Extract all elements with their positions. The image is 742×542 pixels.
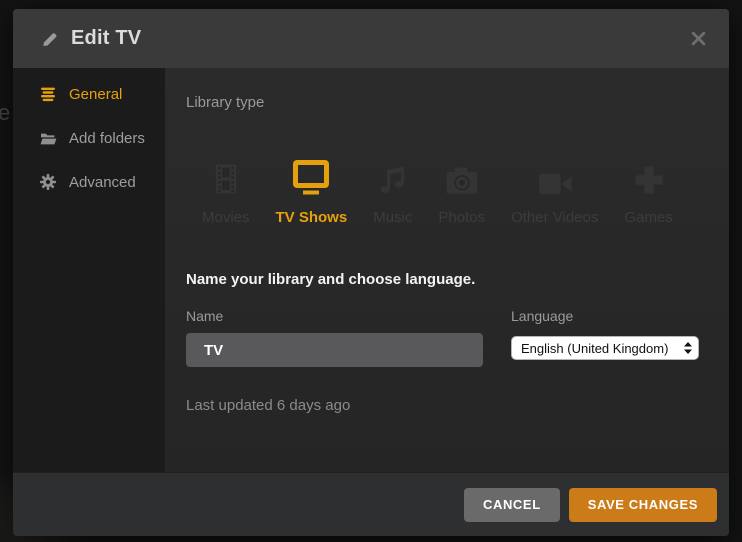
dialog-title: Edit TV: [71, 27, 142, 49]
tv-icon: [291, 153, 331, 197]
gear-icon: [40, 174, 57, 190]
sidebar-item-general[interactable]: General: [13, 72, 165, 116]
folder-icon: [40, 130, 57, 146]
last-updated-text: Last updated 6 days ago: [186, 397, 351, 414]
pencil-icon: [43, 32, 57, 46]
edit-library-dialog: Edit TV General Add folders Advanced Lib…: [13, 9, 729, 536]
library-type-label: Library type: [186, 94, 265, 111]
library-type-photos[interactable]: Photos: [438, 153, 485, 226]
fields-row: Name Language English (United Kingdom): [186, 308, 701, 367]
language-field-group: Language English (United Kingdom): [511, 308, 701, 367]
gamepad-icon: [632, 153, 666, 197]
library-type-label: Other Videos: [511, 209, 599, 226]
language-select[interactable]: English (United Kingdom): [511, 336, 699, 360]
sidebar-item-advanced[interactable]: Advanced: [13, 160, 165, 204]
video-camera-icon: [536, 153, 574, 197]
background-text-fragment: e: [0, 100, 11, 125]
library-type-label: Photos: [438, 209, 486, 226]
library-type-label: Games: [624, 209, 673, 226]
library-type-games[interactable]: Games: [624, 153, 673, 226]
sidebar-item-label: Add folders: [69, 129, 145, 147]
sidebar-item-label: General: [69, 85, 123, 103]
dialog-body: General Add folders Advanced Library typ…: [13, 68, 729, 472]
library-type-label: Movies: [202, 209, 250, 226]
cancel-button[interactable]: CANCEL: [463, 487, 560, 522]
instruction-text: Name your library and choose language.: [186, 271, 476, 288]
settings-sidebar: General Add folders Advanced: [13, 68, 165, 472]
select-stepper-icon: [684, 342, 692, 354]
camera-icon: [444, 153, 480, 197]
language-select-value: English (United Kingdom): [521, 340, 669, 356]
general-settings-panel: Library type Movies TV Shows Music Photo…: [165, 68, 729, 472]
dialog-header: Edit TV: [13, 9, 729, 68]
library-type-music[interactable]: Music: [373, 153, 412, 226]
library-name-input[interactable]: [186, 333, 483, 367]
music-note-icon: [376, 153, 410, 197]
sidebar-item-add-folders[interactable]: Add folders: [13, 116, 165, 160]
name-label: Name: [186, 308, 224, 324]
library-type-picker: Movies TV Shows Music Photos Other Video…: [186, 153, 701, 226]
save-changes-button[interactable]: SAVE CHANGES: [568, 487, 717, 522]
name-field-group: Name: [186, 308, 483, 367]
close-icon[interactable]: [689, 30, 707, 48]
language-label: Language: [511, 308, 574, 324]
library-type-other-videos[interactable]: Other Videos: [511, 153, 598, 226]
library-type-tv-shows[interactable]: TV Shows: [275, 153, 348, 226]
library-type-label: TV Shows: [275, 209, 348, 226]
dialog-footer: CANCEL SAVE CHANGES: [13, 472, 729, 536]
library-type-label: Music: [373, 209, 413, 226]
film-icon: [209, 153, 243, 197]
sidebar-item-label: Advanced: [69, 173, 136, 191]
lines-icon: [40, 86, 57, 102]
library-type-movies[interactable]: Movies: [202, 153, 250, 226]
